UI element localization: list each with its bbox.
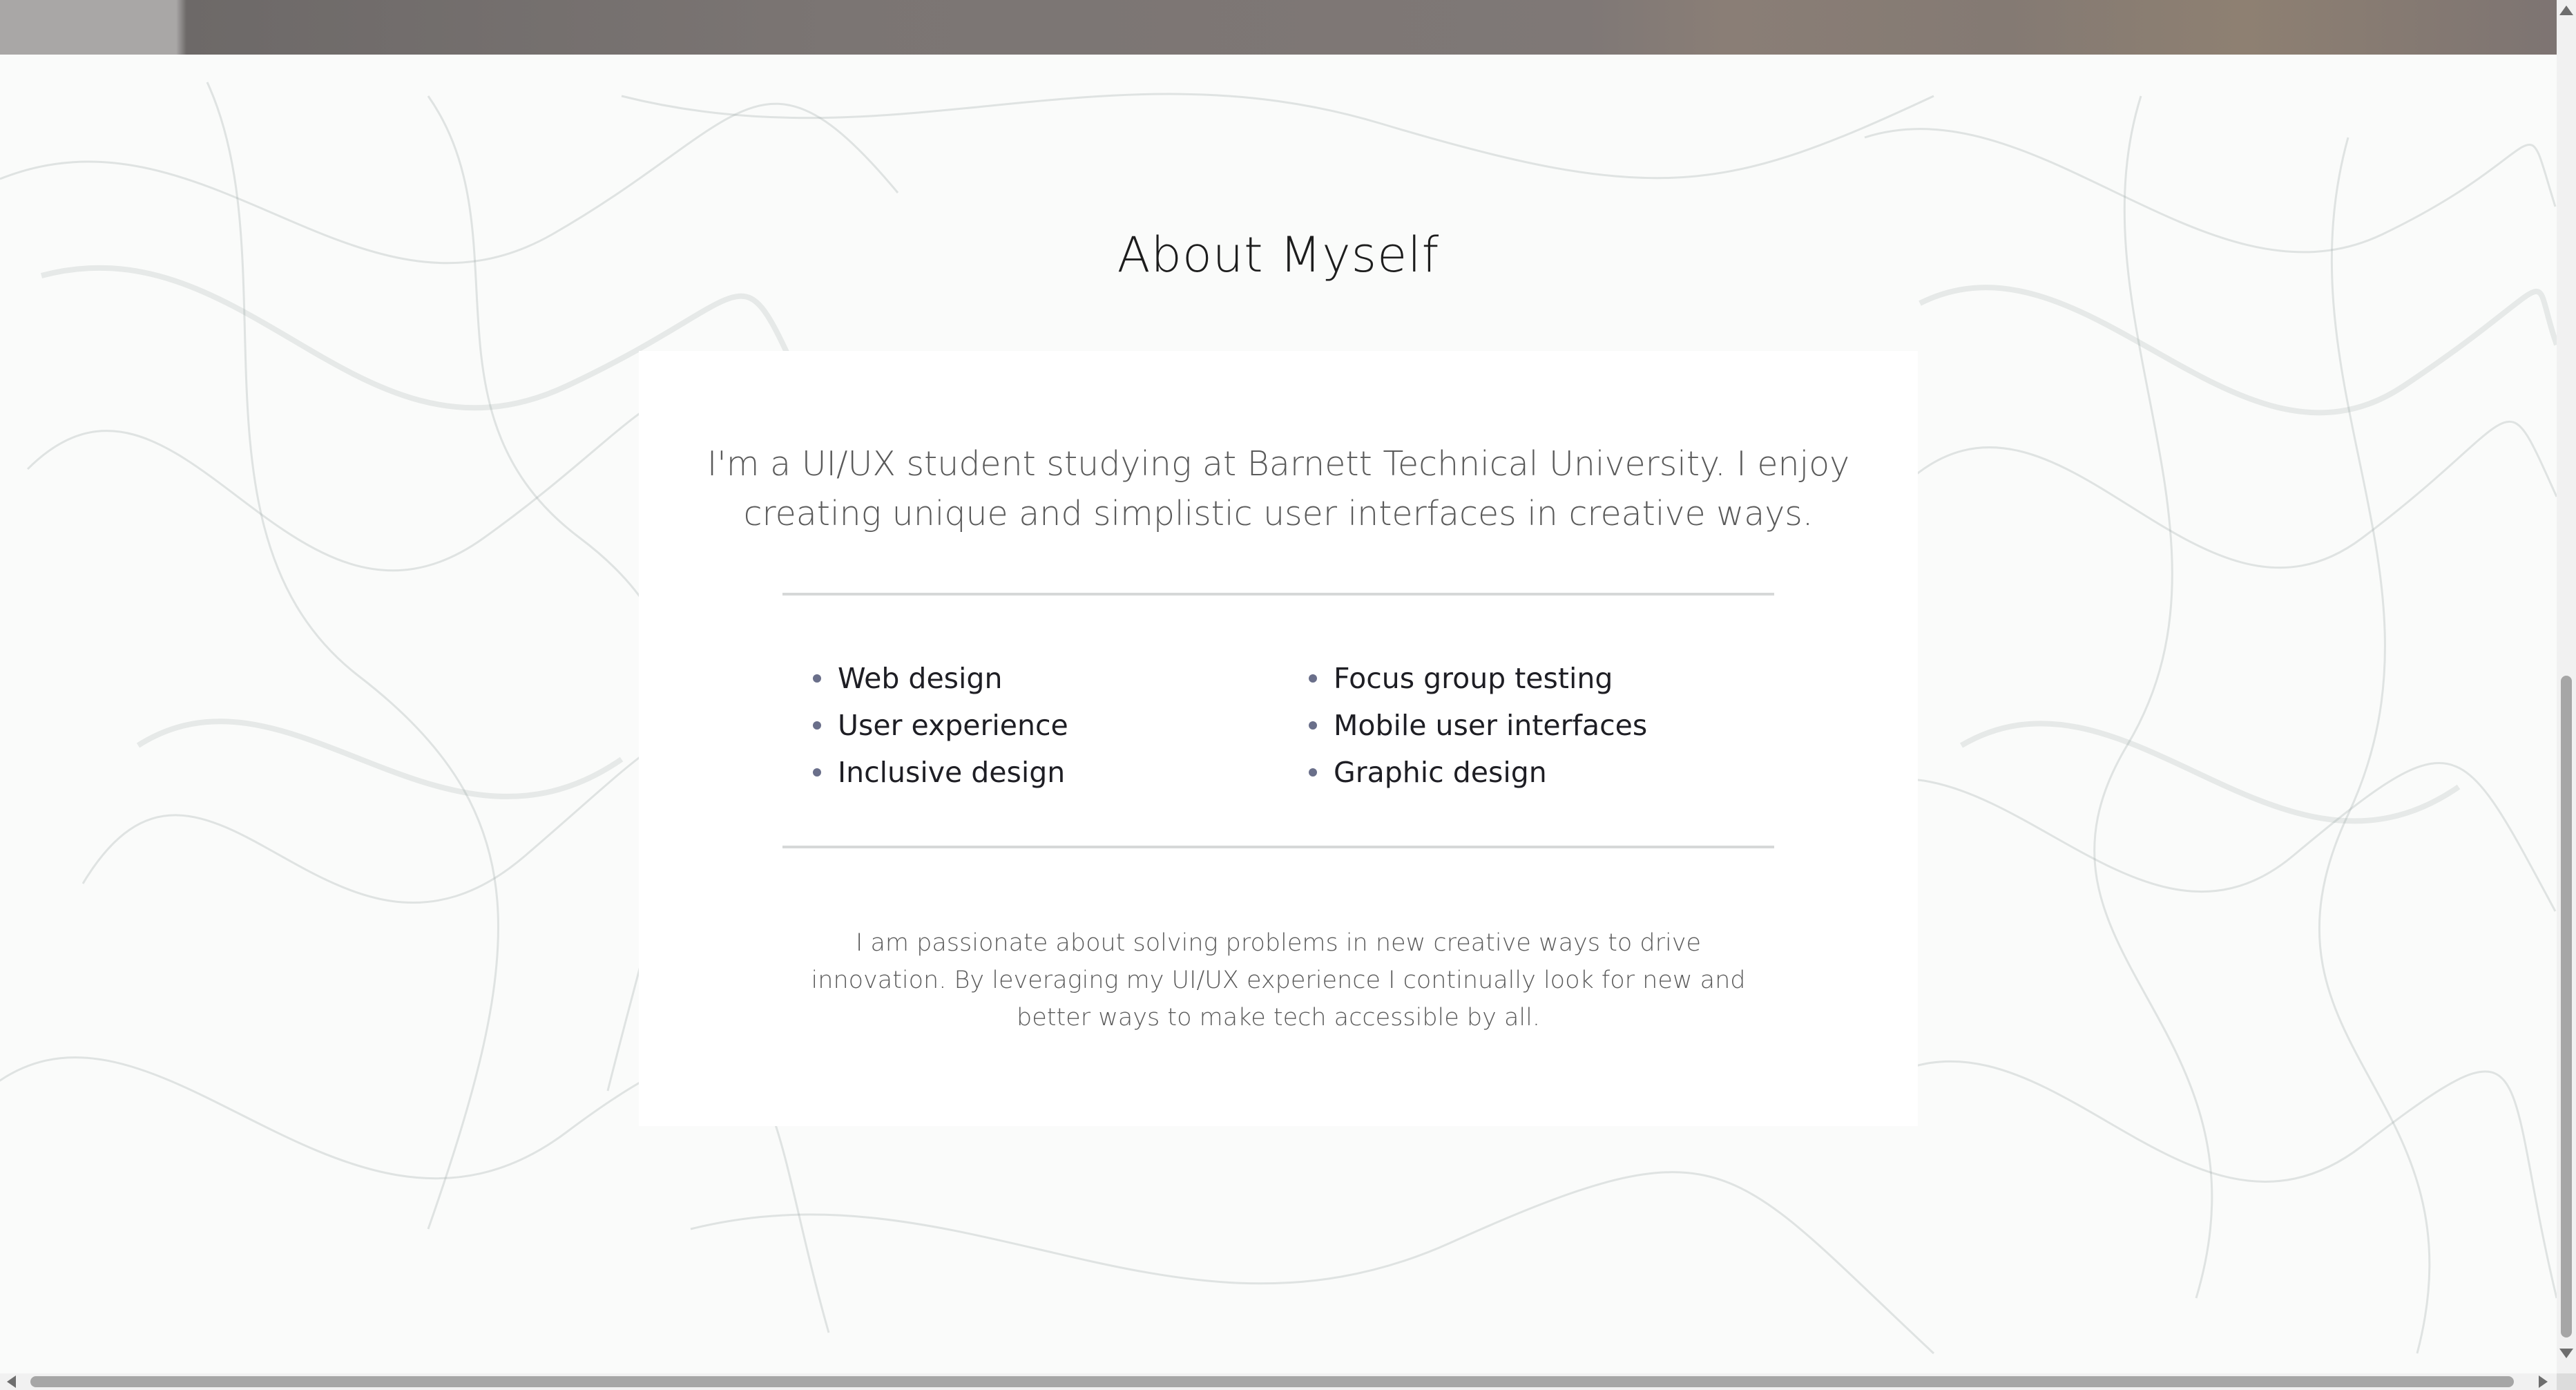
arrow-right-icon[interactable] bbox=[2539, 1375, 2548, 1388]
skill-item: Focus group testing bbox=[1309, 655, 1647, 702]
horizontal-scroll-thumb[interactable] bbox=[30, 1376, 2514, 1387]
vertical-scroll-thumb[interactable] bbox=[2561, 676, 2572, 1337]
scrollbar-corner bbox=[2557, 1373, 2576, 1390]
skills-list-right: Focus group testing Mobile user interfac… bbox=[1309, 655, 1647, 796]
page: About Myself I'm a UI/UX student studyin… bbox=[0, 0, 2576, 1390]
skill-label: Graphic design bbox=[1334, 756, 1547, 789]
about-card: I'm a UI/UX student studying at Barnett … bbox=[639, 351, 1918, 1126]
skills-list-left: Web design User experience Inclusive des… bbox=[813, 655, 1068, 796]
divider-top bbox=[782, 593, 1774, 596]
vertical-scrollbar[interactable] bbox=[2557, 0, 2576, 1373]
arrow-up-icon[interactable] bbox=[2559, 6, 2573, 15]
skill-label: Web design bbox=[838, 662, 1003, 695]
bullet-dot-icon bbox=[1309, 768, 1317, 777]
bullet-dot-icon bbox=[1309, 721, 1317, 730]
intro-paragraph: I'm a UI/UX student studying at Barnett … bbox=[707, 444, 1850, 533]
skill-label: Inclusive design bbox=[838, 756, 1066, 789]
skill-label: User experience bbox=[838, 709, 1068, 742]
skill-item: Graphic design bbox=[1309, 749, 1647, 796]
horizontal-scrollbar[interactable] bbox=[0, 1373, 2557, 1390]
bullet-dot-icon bbox=[813, 768, 821, 777]
bullet-dot-icon bbox=[1309, 674, 1317, 683]
skill-item: Mobile user interfaces bbox=[1309, 702, 1647, 749]
skill-label: Focus group testing bbox=[1334, 662, 1613, 695]
skill-item: Inclusive design bbox=[813, 749, 1068, 796]
skill-label: Mobile user interfaces bbox=[1334, 709, 1648, 742]
arrow-down-icon[interactable] bbox=[2559, 1349, 2573, 1358]
skill-item: User experience bbox=[813, 702, 1068, 749]
divider-bottom bbox=[782, 846, 1774, 848]
arrow-left-icon[interactable] bbox=[7, 1375, 16, 1388]
skill-item: Web design bbox=[813, 655, 1068, 702]
bullet-dot-icon bbox=[813, 674, 821, 683]
section-title: About Myself bbox=[1117, 227, 1440, 283]
bullet-dot-icon bbox=[813, 721, 821, 730]
hero-image-strip bbox=[0, 0, 2557, 55]
passion-paragraph: I am passionate about solving problems i… bbox=[811, 929, 1746, 1031]
